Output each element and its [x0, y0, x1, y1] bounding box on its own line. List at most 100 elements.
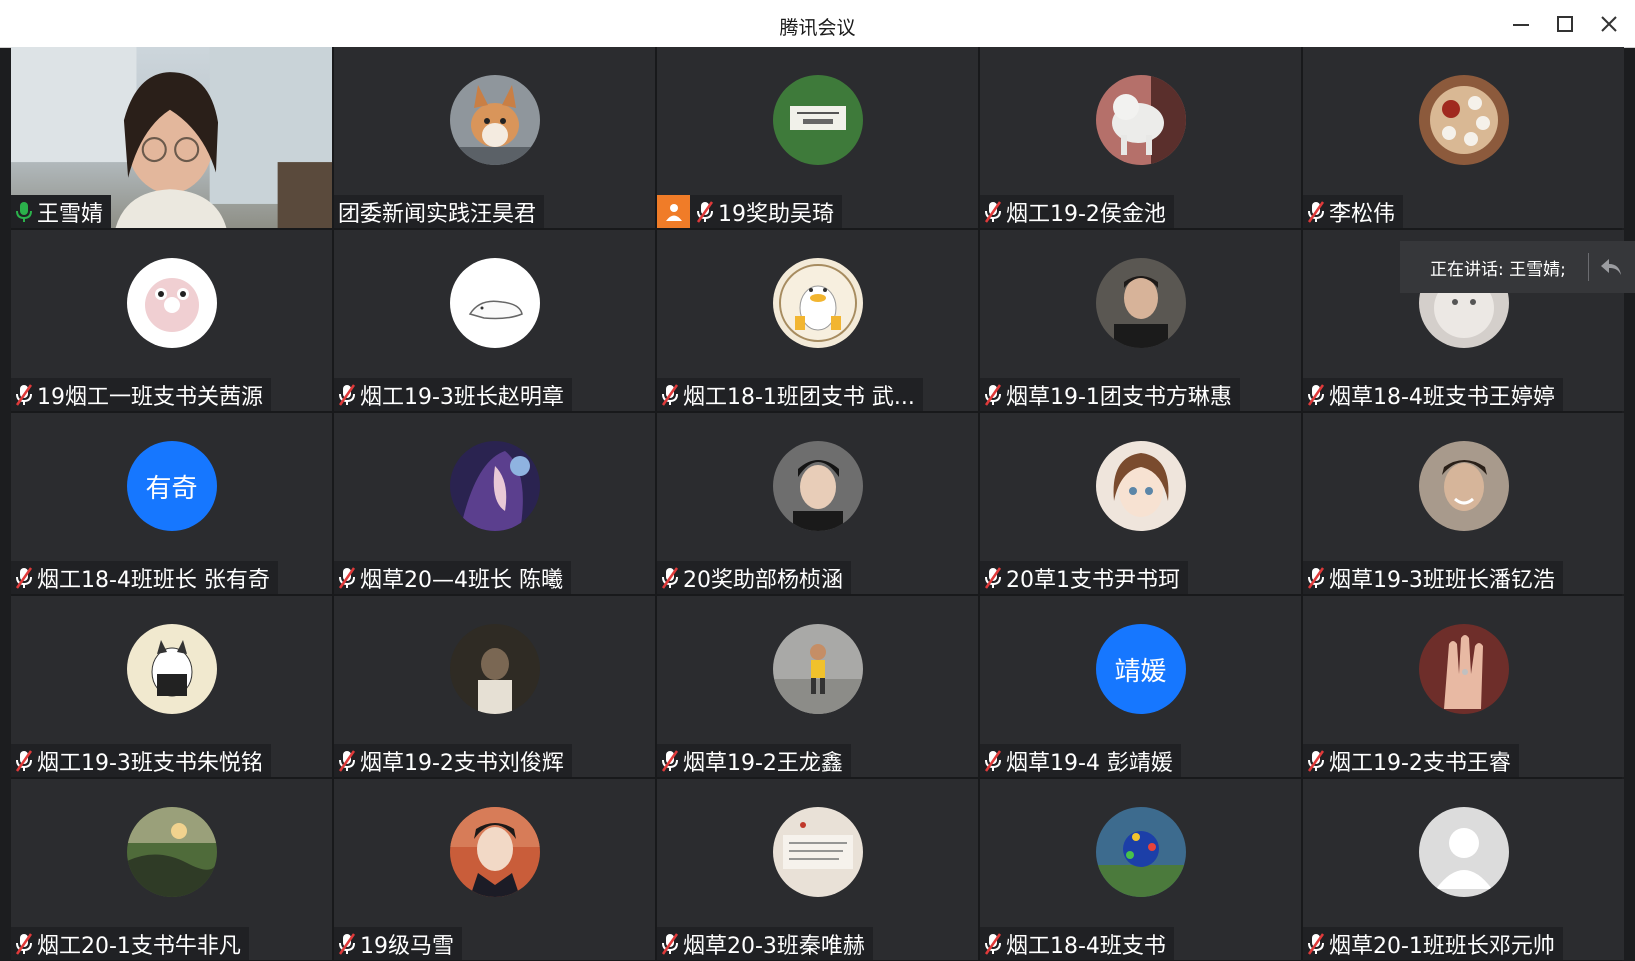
participant-name: 烟工19-2侯金池: [1006, 201, 1166, 227]
green-sign-photo: [772, 75, 863, 165]
name-label: 20奖助部杨桢涵: [657, 561, 851, 594]
participant-name: 烟草19-2支书刘俊辉: [360, 750, 564, 776]
default-user: [1418, 807, 1509, 897]
window-title: 腾讯会议: [779, 17, 856, 39]
participant-name: 团委新闻实践汪昊君: [338, 201, 537, 227]
minimize-icon: [1513, 24, 1529, 26]
cat-cartoon: [126, 624, 217, 714]
microphone-muted-icon: [15, 566, 33, 589]
participant-tile[interactable]: 烟草19-1团支书方琳惠: [980, 230, 1301, 411]
microphone-muted-icon: [338, 932, 356, 955]
microphone-muted-icon: [338, 383, 356, 406]
name-label: 烟草20-1班班长邓元帅: [1303, 927, 1563, 960]
close-button[interactable]: [1597, 12, 1621, 36]
participant-tile[interactable]: 烟草20-1班班长邓元帅: [1303, 779, 1624, 960]
participant-name: 20草1支书尹书珂: [1006, 567, 1180, 593]
participant-tile[interactable]: 20奖助部杨桢涵: [657, 413, 978, 594]
microphone-muted-icon: [661, 749, 679, 772]
close-icon: [1601, 16, 1617, 32]
participant-tile[interactable]: 烟工18-4班支书: [980, 779, 1301, 960]
duck-cartoon: [772, 258, 863, 348]
participant-name: 19奖助吴琦: [718, 201, 834, 227]
participant-avatar: [772, 807, 863, 897]
participant-name: 烟草20—4班长 陈曦: [360, 567, 563, 593]
participant-tile[interactable]: 烟工19-3班长赵明章: [334, 230, 655, 411]
name-label: 烟工19-2侯金池: [980, 195, 1174, 228]
participant-avatar: [1095, 258, 1186, 348]
participant-name: 烟草20-1班班长邓元帅: [1329, 933, 1555, 959]
name-label: 烟草19-2王龙鑫: [657, 744, 851, 777]
tea-set-photo: [1418, 75, 1509, 165]
participant-avatar: [126, 624, 217, 714]
participant-tile[interactable]: 靖媛烟草19-4 彭靖媛: [980, 596, 1301, 777]
name-label: 烟工19-3班支书朱悦铭: [11, 744, 271, 777]
participant-tile[interactable]: 烟工19-2支书王睿: [1303, 596, 1624, 777]
microphone-muted-icon: [15, 749, 33, 772]
participant-name: 王雪婧: [37, 201, 104, 227]
participant-avatar: [449, 624, 540, 714]
participant-avatar: [1418, 75, 1509, 165]
participant-name: 烟工18-4班支书: [1006, 933, 1166, 959]
anime-art: [449, 441, 540, 531]
participant-tile[interactable]: 20草1支书尹书珂: [980, 413, 1301, 594]
hand-photo: [1418, 624, 1509, 714]
participant-grid: 王雪婧 团委新闻实践汪昊君 19奖助吴琦 烟工19-2侯金池 李松伟 19烟工一班支书关茜…: [11, 47, 1624, 961]
host-badge: [657, 195, 690, 228]
participant-name: 烟草19-3班班长潘钇浩: [1329, 567, 1555, 593]
maximize-button[interactable]: [1553, 12, 1577, 36]
name-label: 烟工19-2支书王睿: [1303, 744, 1519, 777]
microphone-muted-icon: [1307, 200, 1325, 223]
corgi-photo: [449, 75, 540, 165]
participant-tile[interactable]: 王雪婧: [11, 47, 332, 228]
participant-avatar: [449, 807, 540, 897]
participant-avatar: [126, 807, 217, 897]
participant-tile[interactable]: 19奖助吴琦: [657, 47, 978, 228]
name-label: 烟工20-1支书牛非凡: [11, 927, 249, 960]
participant-tile[interactable]: 有奇 烟工18-4班班长 张有奇: [11, 413, 332, 594]
participant-name: 烟工20-1支书牛非凡: [37, 933, 241, 959]
name-label: 团委新闻实践汪昊君: [334, 195, 545, 228]
participant-tile[interactable]: 烟工18-1班团支书 武...: [657, 230, 978, 411]
name-label: 烟草19-4 彭靖媛: [980, 744, 1181, 777]
participant-name: 李松伟: [1329, 201, 1396, 227]
participant-name: 烟工19-2支书王睿: [1329, 750, 1511, 776]
dog-photo: [1095, 75, 1186, 165]
participant-tile[interactable]: 19烟工一班支书关茜源: [11, 230, 332, 411]
participant-tile[interactable]: 烟草20-3班秦唯赫: [657, 779, 978, 960]
name-label: 19烟工一班支书关茜源: [11, 378, 271, 411]
participant-tile[interactable]: 烟草19-2支书刘俊辉: [334, 596, 655, 777]
participant-tile[interactable]: 烟草20—4班长 陈曦: [334, 413, 655, 594]
participant-name: 20奖助部杨桢涵: [683, 567, 843, 593]
participant-name: 19级马雪: [360, 933, 454, 959]
microphone-muted-icon: [1307, 932, 1325, 955]
microphone-muted-icon: [1307, 383, 1325, 406]
participant-tile[interactable]: 19级马雪: [334, 779, 655, 960]
participant-tile[interactable]: 烟工20-1支书牛非凡: [11, 779, 332, 960]
microphone-muted-icon: [661, 383, 679, 406]
anime-girl: [1095, 441, 1186, 531]
avatar-initials: 靖媛: [1114, 656, 1167, 687]
participant-tile[interactable]: 李松伟: [1303, 47, 1624, 228]
participant-tile[interactable]: 烟工19-2侯金池: [980, 47, 1301, 228]
microphone-muted-icon: [984, 932, 1002, 955]
participant-tile[interactable]: 烟草19-3班班长潘钇浩: [1303, 413, 1624, 594]
participant-avatar: [1418, 807, 1509, 897]
collapse-arrow-icon[interactable]: [1599, 256, 1623, 278]
microphone-muted-icon: [338, 749, 356, 772]
participant-tile[interactable]: 烟草19-2王龙鑫: [657, 596, 978, 777]
participant-avatar: [1095, 75, 1186, 165]
participant-avatar: 靖媛: [1095, 624, 1186, 714]
participant-name: 烟工18-1班团支书 武...: [683, 384, 915, 410]
participant-name: 烟草18-4班支书王婷婷: [1329, 384, 1555, 410]
name-label: 王雪婧: [11, 195, 112, 228]
boy-selfie: [772, 441, 863, 531]
participant-avatar: [126, 258, 217, 348]
maximize-icon: [1557, 16, 1573, 32]
participant-tile[interactable]: 烟工19-3班支书朱悦铭: [11, 596, 332, 777]
sunset-landscape: [126, 807, 217, 897]
name-label: 烟草18-4班支书王婷婷: [1303, 378, 1563, 411]
minimize-button[interactable]: [1509, 12, 1533, 36]
donut-photo: [126, 258, 217, 348]
child-walking-photo: [772, 624, 863, 714]
participant-tile[interactable]: 团委新闻实践汪昊君: [334, 47, 655, 228]
